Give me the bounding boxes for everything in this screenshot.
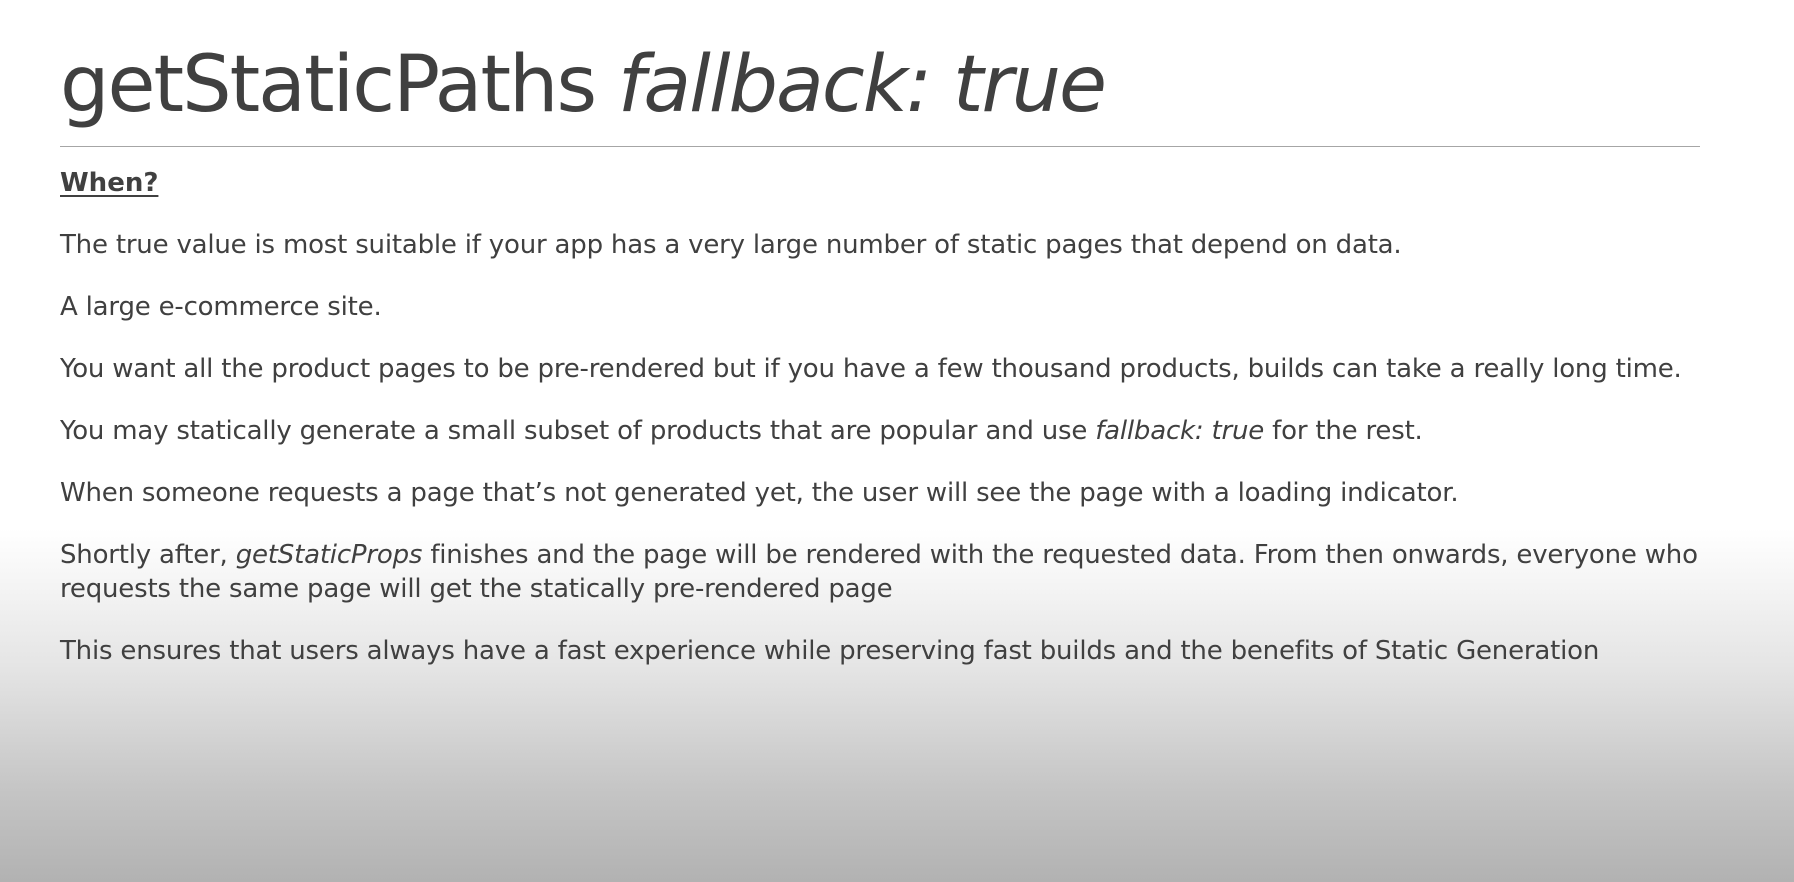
paragraph-subset-generation-italic: fallback: true — [1095, 416, 1265, 446]
paragraph-large-number: The true value is most suitable if your … — [60, 230, 1402, 260]
slide: getStaticPaths fallback: true When? The … — [60, 0, 1700, 882]
paragraph-fast-experience: This ensures that users always have a fa… — [60, 636, 1600, 666]
paragraph-loading-indicator: When someone requests a page that’s not … — [60, 478, 1459, 508]
paragraph-build-time: You want all the product pages to be pre… — [60, 354, 1682, 384]
paragraph-subset-generation-start: You may statically generate a small subs… — [60, 416, 1096, 446]
paragraph-subset-generation: You may statically generate a small subs… — [60, 414, 1700, 448]
slide-title-italic: fallback: true — [617, 40, 1107, 130]
paragraph-ecommerce-example: A large e-commerce site. — [60, 292, 382, 322]
slide-title: getStaticPaths fallback: true — [60, 30, 1107, 140]
slide-title-main: getStaticPaths — [60, 40, 597, 130]
paragraph-rendered-data-italic: getStaticProps — [235, 540, 423, 570]
paragraph-subset-generation-end: for the rest. — [1264, 416, 1423, 446]
paragraph-rendered-data: Shortly after, getStaticProps finishes a… — [60, 538, 1700, 606]
paragraph-rendered-data-start: Shortly after, — [60, 540, 236, 570]
title-divider — [60, 146, 1700, 147]
section-heading: When? — [60, 168, 159, 198]
slide-body: When? The true value is most suitable if… — [60, 166, 1700, 668]
